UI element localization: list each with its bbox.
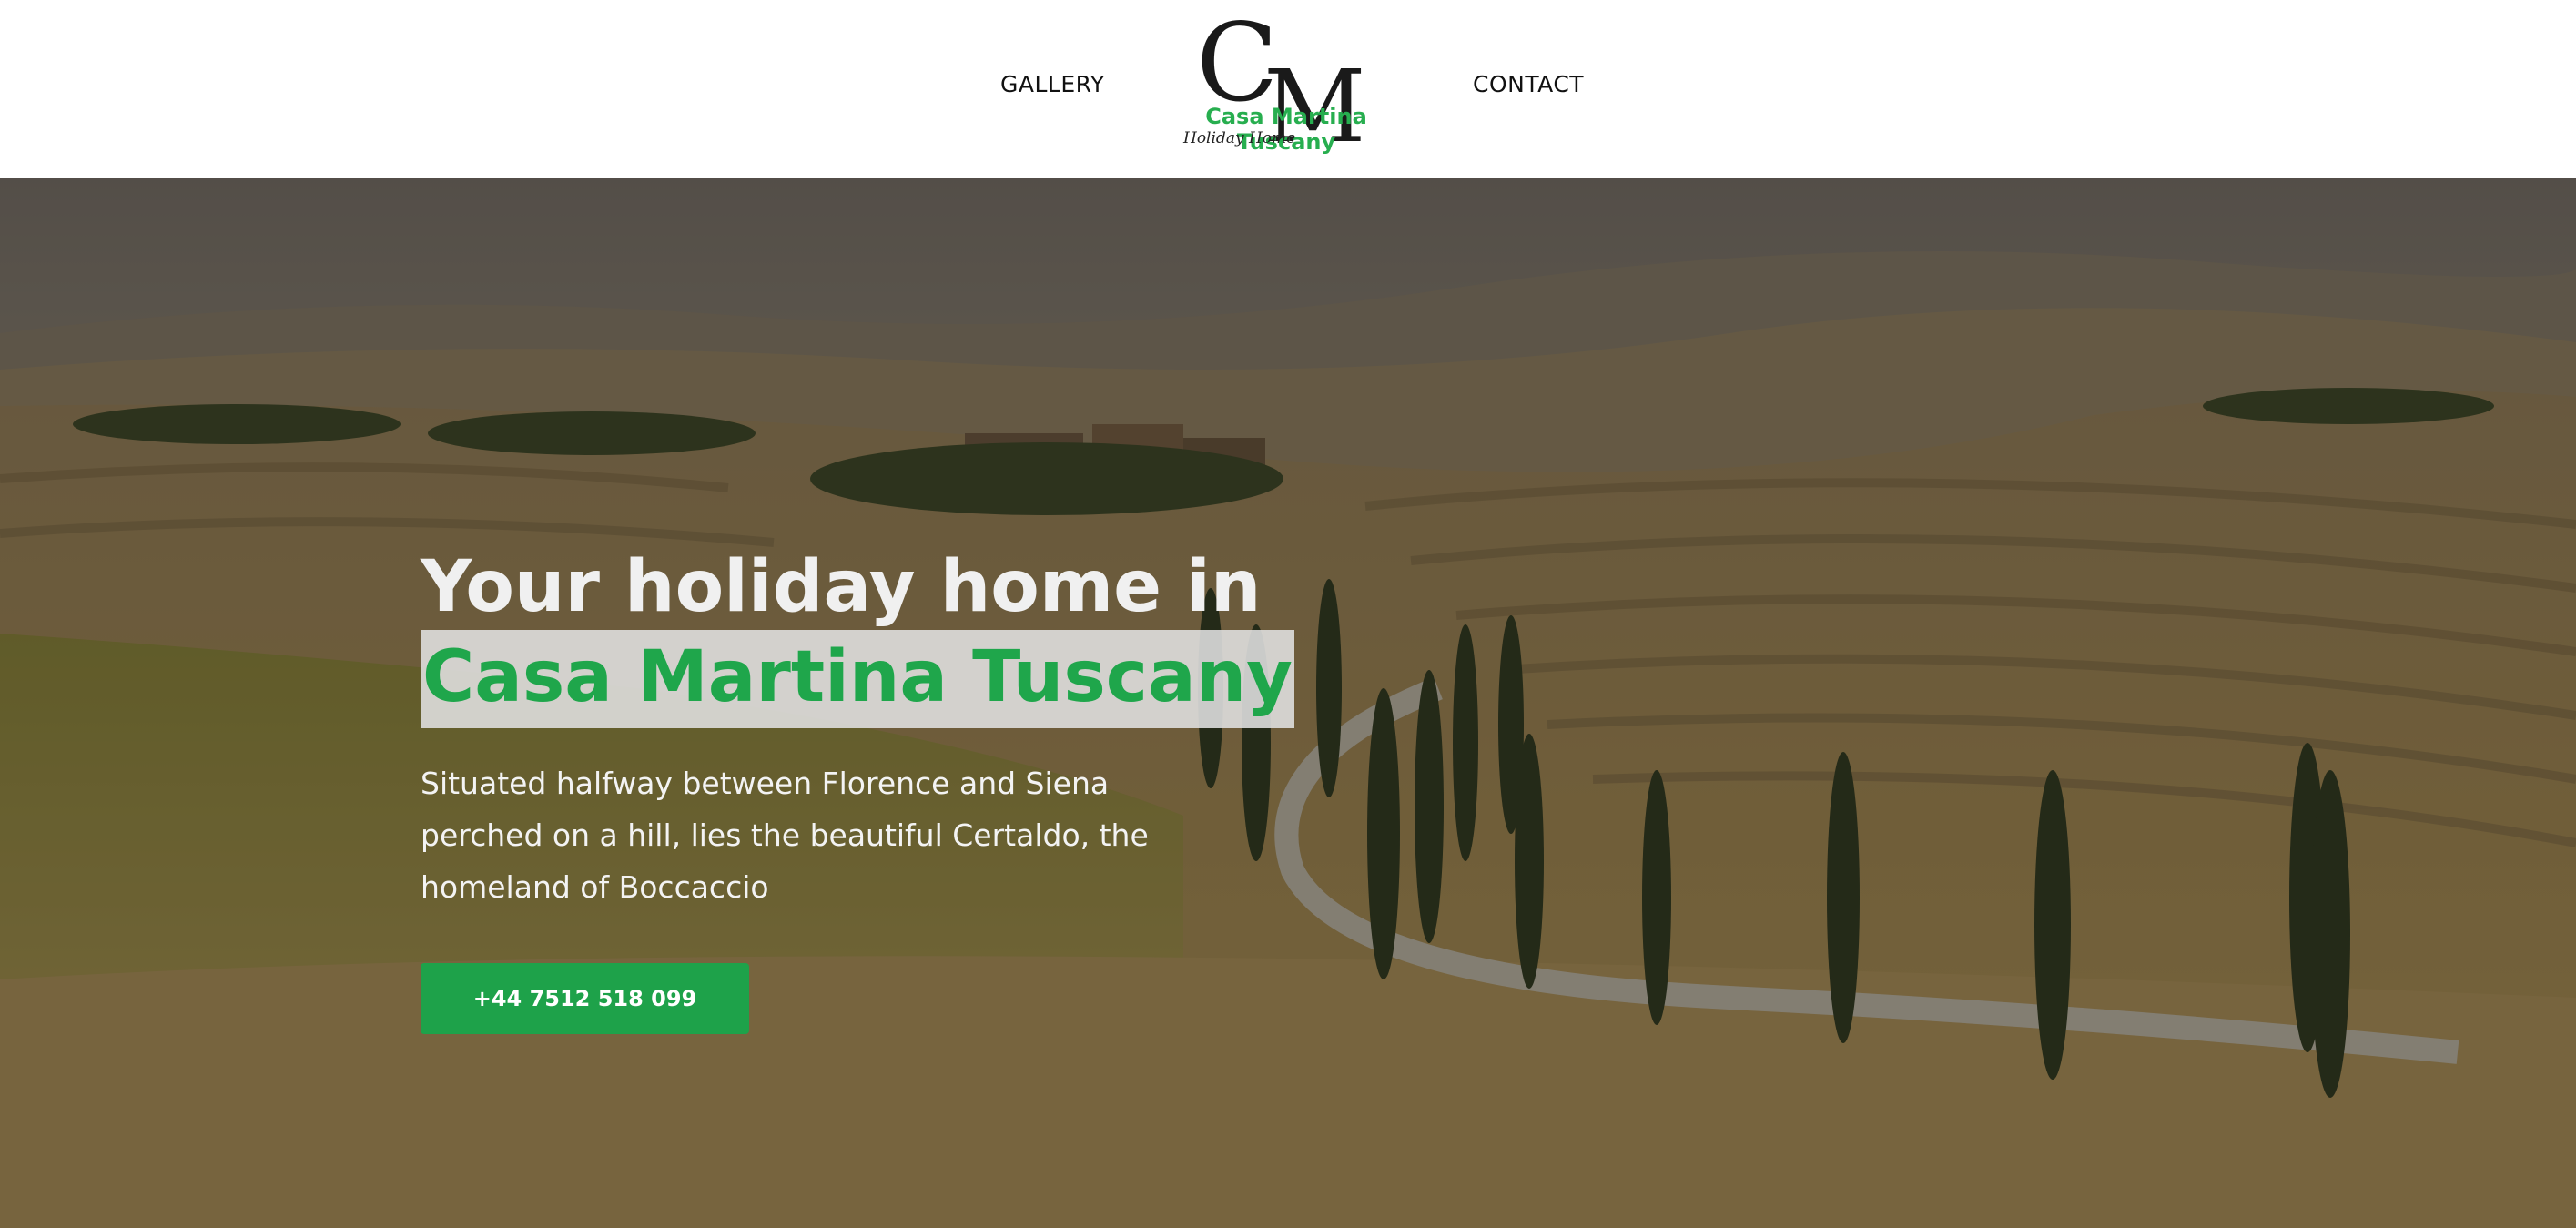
hero-title: Your holiday home in [421, 546, 1262, 628]
phone-call-button[interactable]: +44 7512 518 099 [421, 963, 749, 1034]
site-header: GALLERY C M Casa Martina Tuscany Holiday… [0, 0, 2576, 178]
hero-description: Situated halfway between Florence and Si… [421, 766, 1149, 905]
hero-section: Your holiday home in Casa Martina Tuscan… [0, 178, 2576, 1228]
logo-tagline: Holiday Home [1183, 129, 1296, 147]
nav-gallery-link[interactable]: GALLERY [1000, 71, 1105, 97]
hero-title-highlight: Casa Martina Tuscany [421, 630, 1294, 728]
nav-contact-link[interactable]: CONTACT [1473, 71, 1584, 97]
site-logo[interactable]: C M Casa Martina Tuscany Holiday Home [1149, 9, 1422, 160]
